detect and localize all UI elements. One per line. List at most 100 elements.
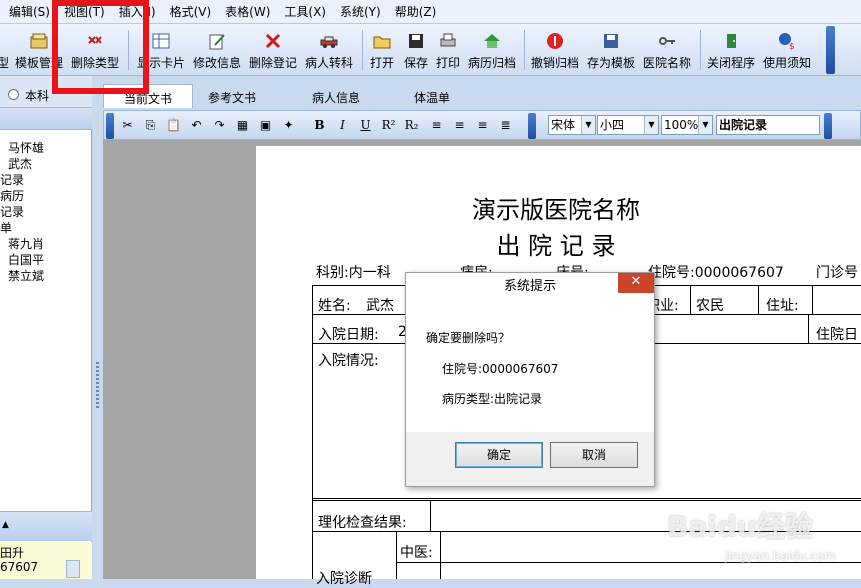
align-left-icon[interactable]: ≡ xyxy=(427,116,446,135)
tree-item[interactable]: 蒋九肖 xyxy=(8,236,44,252)
inpatient-no-field: 住院号:0000067607 xyxy=(648,265,784,281)
scroll-button[interactable] xyxy=(66,560,80,578)
menu-help[interactable]: 帮助(Z) xyxy=(388,3,444,20)
menu-table[interactable]: 表格(W) xyxy=(218,3,277,20)
cell-divider xyxy=(430,501,431,531)
tree-item[interactable]: 单 xyxy=(0,220,12,236)
name-value[interactable]: 武杰 xyxy=(366,295,394,315)
justify-icon[interactable]: ≣ xyxy=(496,116,515,135)
tree-item[interactable]: 记录 xyxy=(0,204,24,220)
printer-icon xyxy=(438,31,458,51)
close-program-button[interactable]: 关闭程序 xyxy=(704,26,758,74)
copy-icon[interactable]: ⎘ xyxy=(141,116,160,135)
tree-item[interactable]: 武杰 xyxy=(8,156,32,172)
redo-icon[interactable]: ↷ xyxy=(210,116,229,135)
subscript-icon[interactable]: R₂ xyxy=(402,116,421,135)
superscript-icon[interactable]: R² xyxy=(379,116,398,135)
outpatient-no-field: 门诊号 xyxy=(816,265,858,281)
tab-temperature-chart[interactable]: 体温单 xyxy=(395,84,469,108)
align-center-icon[interactable]: ≡ xyxy=(450,116,469,135)
menu-edit[interactable]: 编辑(S) xyxy=(2,3,57,20)
special-char-icon[interactable]: ✦ xyxy=(279,116,298,135)
dialog-inpatient-no: 住院号:0000067607 xyxy=(442,362,559,376)
underline-icon[interactable]: U xyxy=(356,116,375,135)
template-folder-icon xyxy=(29,31,49,51)
italic-icon[interactable]: I xyxy=(333,116,352,135)
delete-record-button[interactable]: 删除登记 xyxy=(246,26,300,74)
modify-info-button[interactable]: 修改信息 xyxy=(190,26,244,74)
ok-button[interactable]: 确定 xyxy=(455,442,543,468)
paste-icon[interactable]: 📋 xyxy=(164,116,183,135)
align-right-icon[interactable]: ≡ xyxy=(473,116,492,135)
cell-divider xyxy=(758,286,759,314)
menu-system[interactable]: 系统(Y) xyxy=(333,3,388,20)
home-icon xyxy=(482,31,502,51)
tree-item[interactable]: 病历 xyxy=(0,188,24,204)
patient-tree: 马怀雄 武杰 记录 病历 记录 单 蒋九肖 白国平 禁立斌 xyxy=(0,140,92,283)
floppy-icon xyxy=(406,31,426,51)
dialog-record-type: 病历类型:出院记录 xyxy=(442,392,543,406)
font-select[interactable]: 宋体 ▼ xyxy=(548,115,596,135)
dept-radio-label: 本科 xyxy=(25,89,50,103)
svg-text:$: $ xyxy=(789,42,795,51)
splitter-grip[interactable] xyxy=(96,362,99,408)
archive-button[interactable]: 病历归档 xyxy=(465,26,519,74)
table-border-left xyxy=(312,285,313,579)
tree-item[interactable]: 禁立斌 xyxy=(8,268,44,284)
toolbar-separator xyxy=(524,30,525,70)
close-icon[interactable]: ✕ xyxy=(618,273,654,293)
toolbar-separator xyxy=(700,30,701,70)
toolbar-overflow-grip[interactable] xyxy=(826,26,835,74)
save-button[interactable]: 保存 xyxy=(401,26,431,74)
dept-radio[interactable] xyxy=(8,89,19,100)
car-icon xyxy=(319,31,339,51)
type-button[interactable]: 型 xyxy=(0,26,10,74)
summary-line: 田升 xyxy=(0,546,25,560)
baidu-watermark: Baidu经验 jingyan.baidu.com xyxy=(665,505,861,579)
cell-divider xyxy=(812,286,813,314)
left-lower-header: ▲ xyxy=(0,511,92,541)
open-button[interactable]: 打开 xyxy=(367,26,397,74)
patient-summary-box: 田升 67607 xyxy=(0,542,92,579)
dialog-body: 确定要删除吗？ 住院号:0000067607 病历类型:出院记录 xyxy=(406,301,654,432)
font-size-select[interactable]: 小四 ▼ xyxy=(597,115,659,135)
tree-item[interactable]: 马怀雄 xyxy=(8,140,44,156)
tree-item[interactable]: 白国平 xyxy=(8,252,44,268)
doc-name-field[interactable]: 出院记录 xyxy=(716,115,820,135)
occupation-value[interactable]: 农民 xyxy=(696,295,724,315)
table-border xyxy=(312,500,861,501)
panel-splitter[interactable] xyxy=(93,76,103,579)
cell-divider xyxy=(690,286,691,314)
admit-date-label: 入院日期: xyxy=(318,327,379,343)
lab-results-label: 理化检查结果: xyxy=(318,515,407,531)
cancel-button[interactable]: 取消 xyxy=(550,442,638,468)
tab-reference-doc[interactable]: 参考文书 xyxy=(195,84,269,108)
chevron-down-icon: ▼ xyxy=(698,116,712,134)
discharge-date-label: 住院日 xyxy=(816,327,858,343)
dialog-message: 确定要删除吗？ xyxy=(426,331,511,345)
bold-icon[interactable]: B xyxy=(310,116,329,135)
unarchive-button[interactable]: 撤销归档 xyxy=(528,26,582,74)
watermark-logo: Baidu经验 xyxy=(667,510,813,543)
print-button[interactable]: 打印 xyxy=(433,26,463,74)
highlight-box xyxy=(52,0,149,94)
tree-item[interactable]: 记录 xyxy=(0,172,24,188)
format-toolbar-grip-2[interactable] xyxy=(528,113,536,139)
save-template-button[interactable]: 存为模板 xyxy=(584,26,638,74)
notice-button[interactable]: $ 使用须知 xyxy=(760,26,814,74)
undo-icon[interactable]: ↶ xyxy=(187,116,206,135)
tab-patient-info[interactable]: 病人信息 xyxy=(299,84,373,108)
format-toolbar-grip-3[interactable] xyxy=(824,113,832,139)
collapse-arrow-icon[interactable]: ▲ xyxy=(2,520,9,530)
menu-tools[interactable]: 工具(X) xyxy=(277,3,333,20)
watermark-url: jingyan.baidu.com xyxy=(725,549,836,563)
transfer-button[interactable]: 病人转科 xyxy=(302,26,356,74)
open-folder-icon xyxy=(372,31,392,51)
table-icon[interactable]: ▦ xyxy=(233,116,252,135)
hospital-name-button[interactable]: 医院名称 xyxy=(640,26,694,74)
zoom-select[interactable]: 100% ▼ xyxy=(661,115,713,135)
cut-icon[interactable]: ✂ xyxy=(118,116,137,135)
image-icon[interactable]: ▣ xyxy=(256,116,275,135)
format-toolbar-grip[interactable] xyxy=(106,113,114,139)
menu-format[interactable]: 格式(V) xyxy=(163,3,219,20)
